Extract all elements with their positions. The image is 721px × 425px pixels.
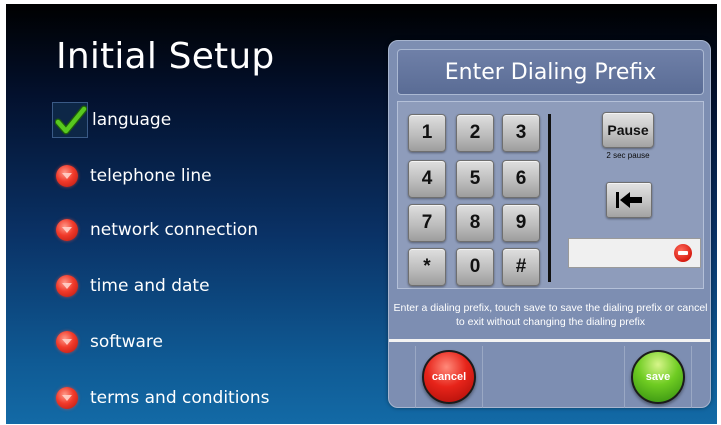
key-8[interactable]: 8	[456, 204, 494, 242]
key-6[interactable]: 6	[502, 160, 540, 198]
key-star[interactable]: *	[408, 248, 446, 286]
dialog-actions: cancel save	[389, 342, 710, 408]
red-status-icon	[56, 387, 78, 409]
step-label: time and date	[90, 276, 210, 296]
save-button[interactable]: save	[631, 350, 685, 404]
setup-screen: Initial Setup language telephone line ne…	[6, 4, 717, 424]
red-status-icon	[56, 165, 78, 187]
step-telephone-line[interactable]: telephone line	[52, 156, 372, 196]
step-software[interactable]: software	[52, 322, 372, 362]
step-language[interactable]: language	[52, 100, 372, 140]
red-status-icon	[56, 275, 78, 297]
instructions-text: Enter a dialing prefix, touch save to sa…	[393, 302, 708, 328]
key-3[interactable]: 3	[502, 114, 540, 152]
backspace-button[interactable]	[606, 182, 652, 218]
page-title: Initial Setup	[56, 36, 275, 77]
step-label: telephone line	[90, 166, 212, 186]
step-label: network connection	[90, 220, 259, 240]
step-network-connection[interactable]: network connection	[52, 210, 372, 250]
key-4[interactable]: 4	[408, 160, 446, 198]
key-1[interactable]: 1	[408, 114, 446, 152]
step-label: software	[90, 332, 164, 352]
pause-button[interactable]: Pause	[602, 112, 654, 148]
key-7[interactable]: 7	[408, 204, 446, 242]
red-status-icon	[56, 331, 78, 353]
cancel-cell: cancel	[415, 346, 483, 408]
red-status-icon	[56, 219, 78, 241]
prefix-input[interactable]	[568, 238, 701, 268]
key-9[interactable]: 9	[502, 204, 540, 242]
keypad-divider	[548, 114, 551, 282]
keypad-area: 1 2 3 4 5 6 7 8 9 * 0 # Pause 2 sec paus…	[397, 101, 704, 289]
backspace-arrow-icon	[616, 192, 642, 208]
step-label: terms and conditions	[90, 388, 270, 408]
save-cell: save	[624, 346, 692, 408]
step-terms-and-conditions[interactable]: terms and conditions	[52, 378, 372, 418]
step-time-and-date[interactable]: time and date	[52, 266, 372, 306]
pause-caption: 2 sec pause	[606, 151, 650, 160]
clear-minus-icon[interactable]	[674, 244, 692, 262]
dialing-prefix-dialog: Enter Dialing Prefix 1 2 3 4 5 6 7 8 9 *…	[388, 40, 711, 408]
cancel-button[interactable]: cancel	[422, 350, 476, 404]
step-label: language	[92, 110, 172, 130]
key-5[interactable]: 5	[456, 160, 494, 198]
dialog-title: Enter Dialing Prefix	[397, 49, 704, 95]
key-0[interactable]: 0	[456, 248, 494, 286]
key-2[interactable]: 2	[456, 114, 494, 152]
checkmark-icon	[52, 102, 88, 138]
key-hash[interactable]: #	[502, 248, 540, 286]
